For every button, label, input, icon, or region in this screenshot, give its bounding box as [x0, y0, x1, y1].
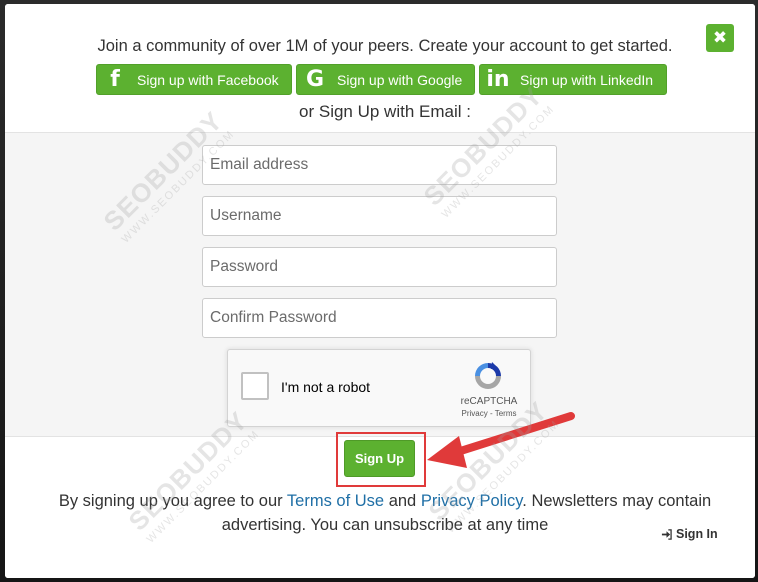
password-field[interactable]: [202, 247, 557, 287]
linkedin-signup-label: Sign up with LinkedIn: [520, 71, 654, 88]
terms-notice-prefix: By signing up you agree to our: [58, 492, 287, 510]
confirm-password-field[interactable]: [202, 298, 557, 338]
privacy-policy-link[interactable]: Privacy Policy: [421, 492, 522, 510]
email-field[interactable]: [202, 145, 557, 185]
facebook-icon: f: [110, 67, 120, 92]
recaptcha-logo-icon: [475, 362, 501, 389]
google-icon: G: [305, 67, 325, 92]
facebook-signup-label: Sign up with Facebook: [137, 71, 279, 88]
terms-of-use-link[interactable]: Terms of Use: [287, 492, 384, 510]
recaptcha-checkbox[interactable]: [241, 372, 269, 400]
intro-text: Join a community of over 1M of your peer…: [97, 37, 673, 55]
or-email-text: or Sign Up with Email :: [299, 102, 471, 121]
username-field[interactable]: [202, 196, 557, 236]
social-signup-row: f Sign up with Facebook G Sign up with G…: [96, 64, 667, 95]
google-signup-label: Sign up with Google: [337, 71, 463, 88]
terms-notice-and: and: [384, 492, 421, 510]
terms-notice: By signing up you agree to our Terms of …: [35, 489, 735, 537]
google-signup-button[interactable]: G Sign up with Google: [296, 64, 475, 95]
linkedin-icon: in: [486, 67, 510, 92]
sign-in-link[interactable]: Sign In: [661, 527, 718, 541]
recaptcha-label: I'm not a robot: [281, 379, 371, 395]
facebook-signup-button[interactable]: f Sign up with Facebook: [96, 64, 292, 95]
pointer-arrow-icon: [427, 412, 575, 468]
linkedin-signup-button[interactable]: in Sign up with LinkedIn: [479, 64, 667, 95]
sign-in-icon: [661, 528, 672, 540]
signup-button[interactable]: Sign Up: [344, 440, 415, 477]
sign-in-label: Sign In: [676, 527, 718, 541]
signup-modal: ✖ Join a community of over 1M of your pe…: [5, 4, 755, 578]
